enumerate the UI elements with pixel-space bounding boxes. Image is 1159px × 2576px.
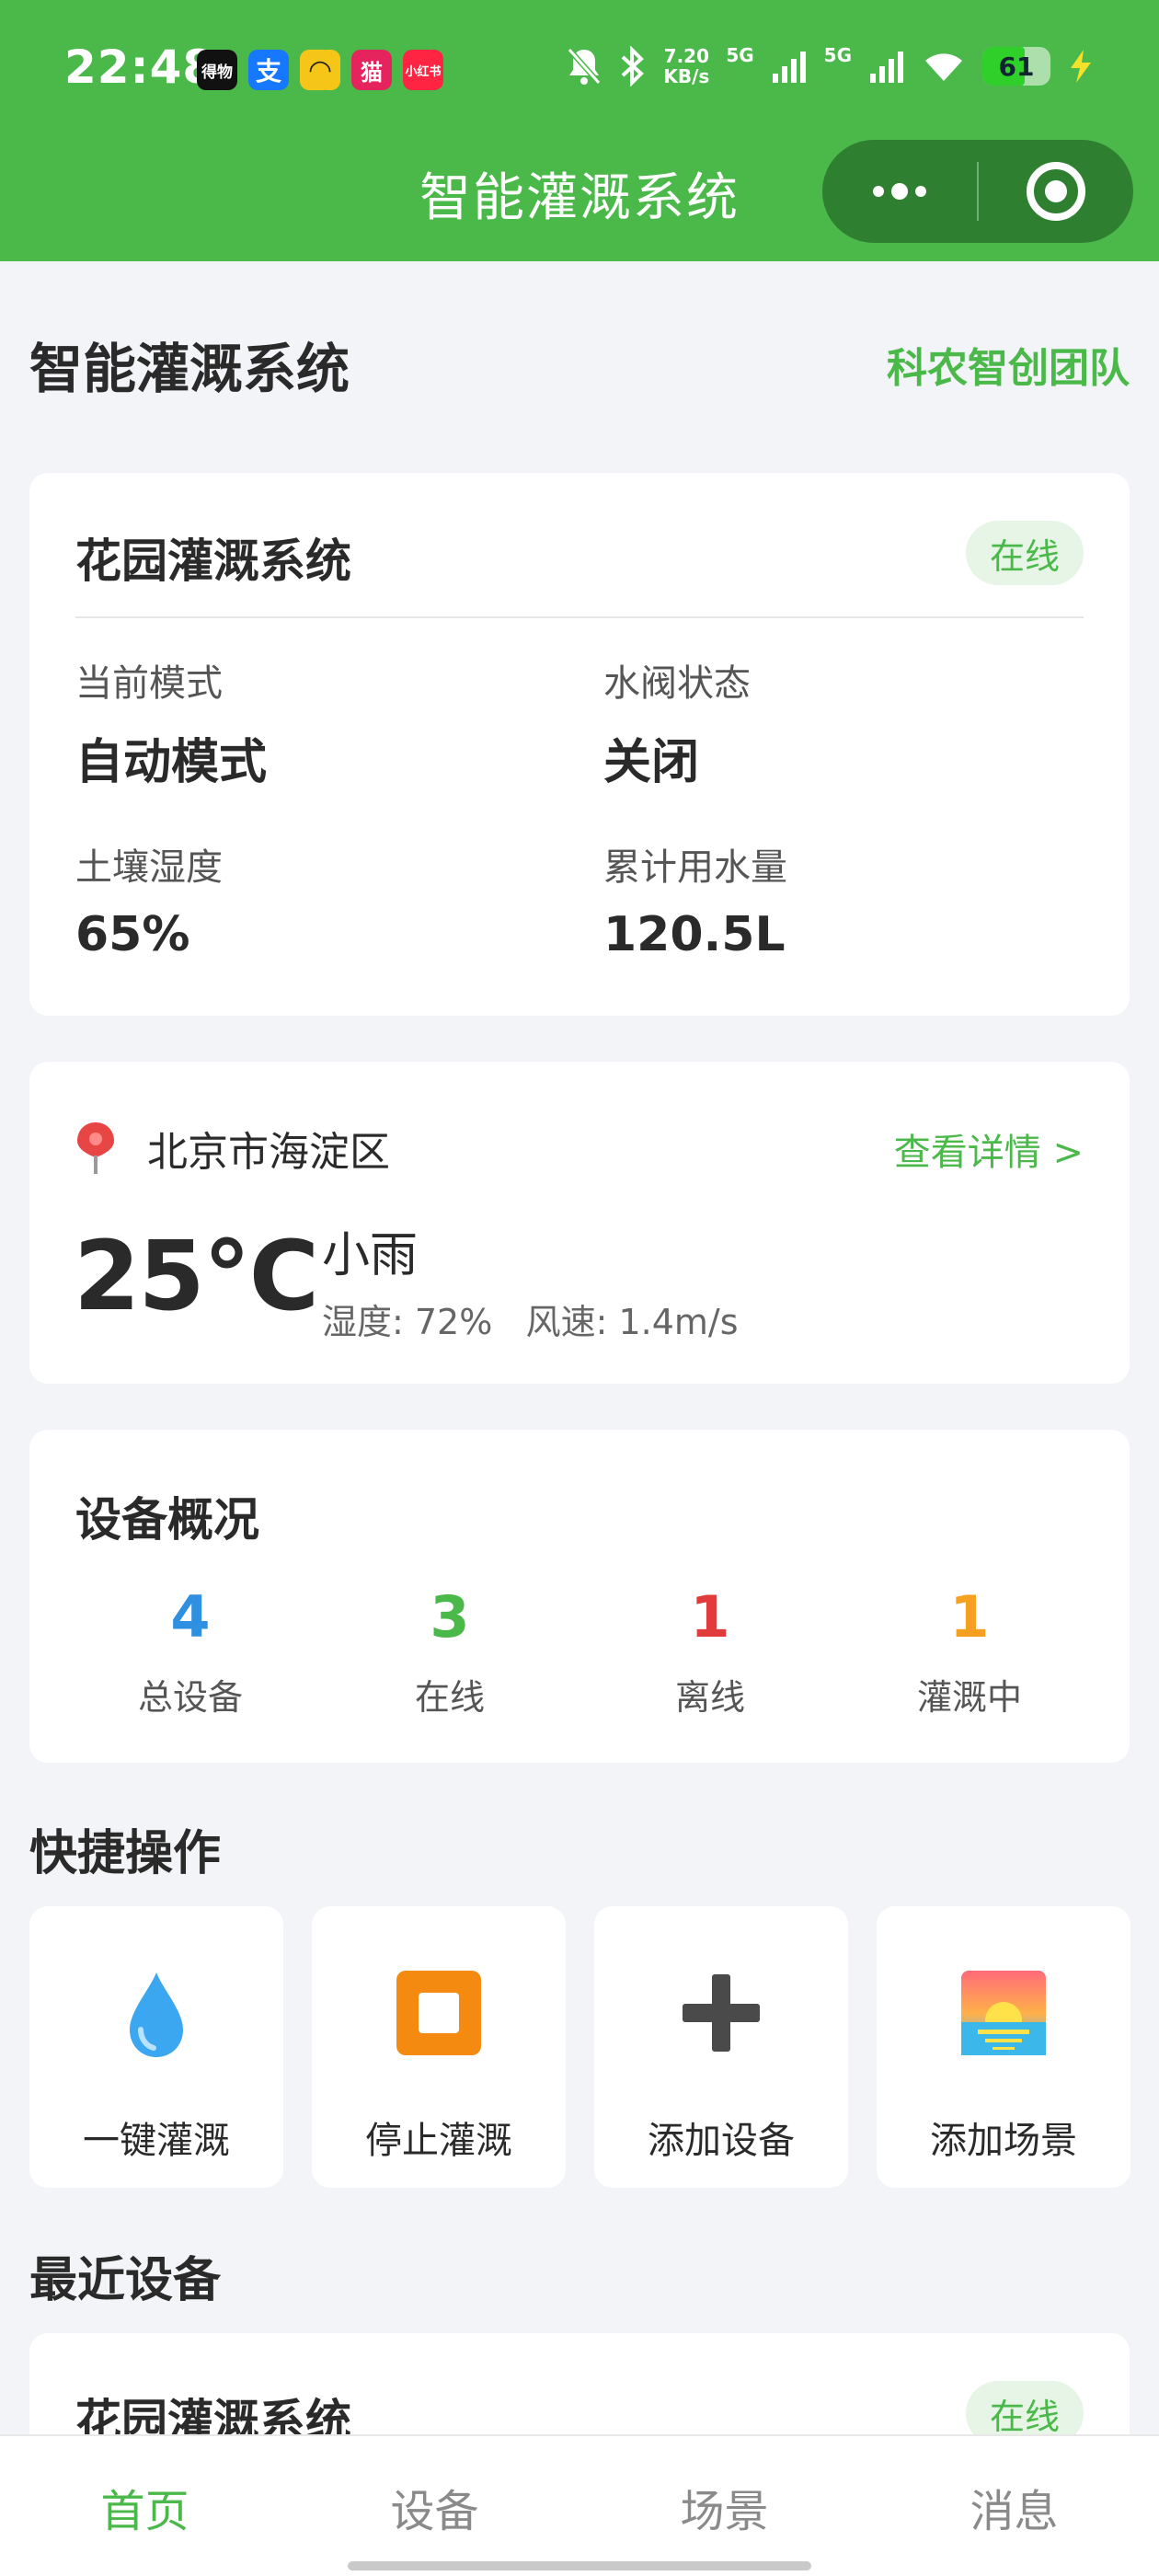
stat-irrigating-label: 灌溉中 (916, 1677, 1022, 1718)
weather-card: 北京市海淀区 查看详情 > 25°C 小雨 湿度: 72% 风速: 1.4m/s (29, 1062, 1130, 1384)
add-device-button[interactable]: 添加设备 (594, 1906, 848, 2188)
mute-bell-icon (566, 46, 602, 86)
location-text: 北京市海淀区 (147, 1129, 390, 1176)
mode-value: 自动模式 (75, 735, 268, 790)
temperature: 25°C (74, 1220, 319, 1332)
home-indicator[interactable] (348, 2561, 811, 2570)
quick-action-label: 添加场景 (930, 2120, 1077, 2162)
stat-online[interactable]: 3 在线 (339, 1581, 560, 1719)
mode-label: 当前模式 (75, 662, 223, 705)
stat-online-label: 在线 (414, 1677, 485, 1718)
water-usage-label: 累计用水量 (603, 846, 787, 889)
plus-icon (594, 1969, 848, 2061)
stat-irrigating[interactable]: 1 灌溉中 (859, 1581, 1080, 1719)
network-type-2: 5G (823, 44, 852, 66)
mini-program-capsule (822, 140, 1133, 243)
close-mini-program-button[interactable] (979, 140, 1133, 243)
network-speed: 7.20 KB/s (663, 45, 710, 87)
stop-icon (312, 1969, 566, 2061)
network-type-1: 5G (726, 44, 754, 66)
signal-icon-1 (771, 48, 808, 85)
status-badge: 在线 (966, 521, 1084, 585)
stat-offline[interactable]: 1 离线 (600, 1581, 820, 1719)
stop-irrigation-button[interactable]: 停止灌溉 (312, 1906, 566, 2188)
location-pin-icon (75, 1121, 116, 1176)
bluetooth-icon (619, 46, 647, 86)
status-time: 22:48 (64, 40, 216, 94)
stat-offline-value: 1 (690, 1583, 730, 1650)
stat-offline-label: 离线 (674, 1677, 745, 1718)
alipay-icon: 支 (248, 50, 289, 90)
stat-online-value: 3 (430, 1583, 470, 1650)
valve-value: 关闭 (603, 735, 700, 790)
tab-devices[interactable]: 设备 (290, 2475, 580, 2539)
weather-details-link[interactable]: 查看详情 > (894, 1122, 1084, 1176)
water-usage-value: 120.5L (603, 907, 786, 962)
bottom-tab-bar: 首页 设备 场景 消息 (0, 2434, 1159, 2576)
water-drop-icon (29, 1969, 283, 2061)
stat-total[interactable]: 4 总设备 (80, 1581, 301, 1719)
page-title: 智能灌溉系统 (29, 338, 350, 400)
stat-total-label: 总设备 (137, 1677, 243, 1718)
stat-irrigating-value: 1 (949, 1583, 990, 1650)
charging-icon (1067, 48, 1095, 85)
notification-icons: 得物 支 ◠ 猫 小红书 (197, 50, 443, 90)
wifi-icon (922, 48, 966, 85)
tmall-icon: 猫 (351, 50, 392, 90)
status-bar: 22:48 得物 支 ◠ 猫 小红书 7.20 KB/s 5G 5G 61 (0, 0, 1159, 138)
system-status-card[interactable]: 花园灌溉系统 在线 当前模式 自动模式 水阀状态 关闭 土壤湿度 65% 累计用… (29, 473, 1130, 1016)
quick-action-label: 添加设备 (648, 2120, 795, 2162)
app-notification-icon-1: 得物 (197, 50, 237, 90)
system-icons: 7.20 KB/s 5G 5G 61 (566, 44, 1095, 87)
device-overview-card: 设备概况 4 总设备 3 在线 1 离线 1 灌溉中 (29, 1430, 1130, 1763)
system-name: 花园灌溉系统 (75, 535, 351, 588)
quick-actions-heading: 快捷操作 (29, 1826, 222, 1881)
signal-icon-2 (868, 48, 905, 85)
quick-action-label: 停止灌溉 (365, 2120, 512, 2162)
target-icon (1027, 162, 1085, 221)
valve-label: 水阀状态 (603, 662, 751, 705)
top-header: 22:48 得物 支 ◠ 猫 小红书 7.20 KB/s 5G 5G 61 智能… (0, 0, 1159, 261)
device-overview-heading: 设备概况 (75, 1493, 259, 1547)
weather-condition: 小雨 (322, 1228, 419, 1283)
soil-moisture-label: 土壤湿度 (75, 846, 223, 889)
more-dots-icon (873, 183, 926, 200)
xiaohongshu-icon: 小红书 (403, 50, 443, 90)
weather-extra: 湿度: 72% 风速: 1.4m/s (322, 1302, 739, 1342)
card-divider (75, 616, 1084, 618)
one-click-irrigate-button[interactable]: 一键灌溉 (29, 1906, 283, 2188)
stat-total-value: 4 (170, 1583, 211, 1650)
tab-messages[interactable]: 消息 (869, 2475, 1159, 2539)
app-notification-icon-3: ◠ (300, 50, 340, 90)
battery-indicator: 61 (982, 47, 1050, 86)
recent-devices-heading: 最近设备 (29, 2253, 222, 2308)
quick-action-label: 一键灌溉 (83, 2120, 230, 2162)
tab-scenes[interactable]: 场景 (580, 2475, 869, 2539)
soil-moisture-value: 65% (75, 907, 190, 962)
team-link[interactable]: 科农智创团队 (887, 335, 1130, 394)
sunrise-icon (877, 1969, 1130, 2061)
add-scene-button[interactable]: 添加场景 (877, 1906, 1130, 2188)
more-button[interactable] (822, 140, 977, 243)
tab-home[interactable]: 首页 (0, 2475, 290, 2539)
